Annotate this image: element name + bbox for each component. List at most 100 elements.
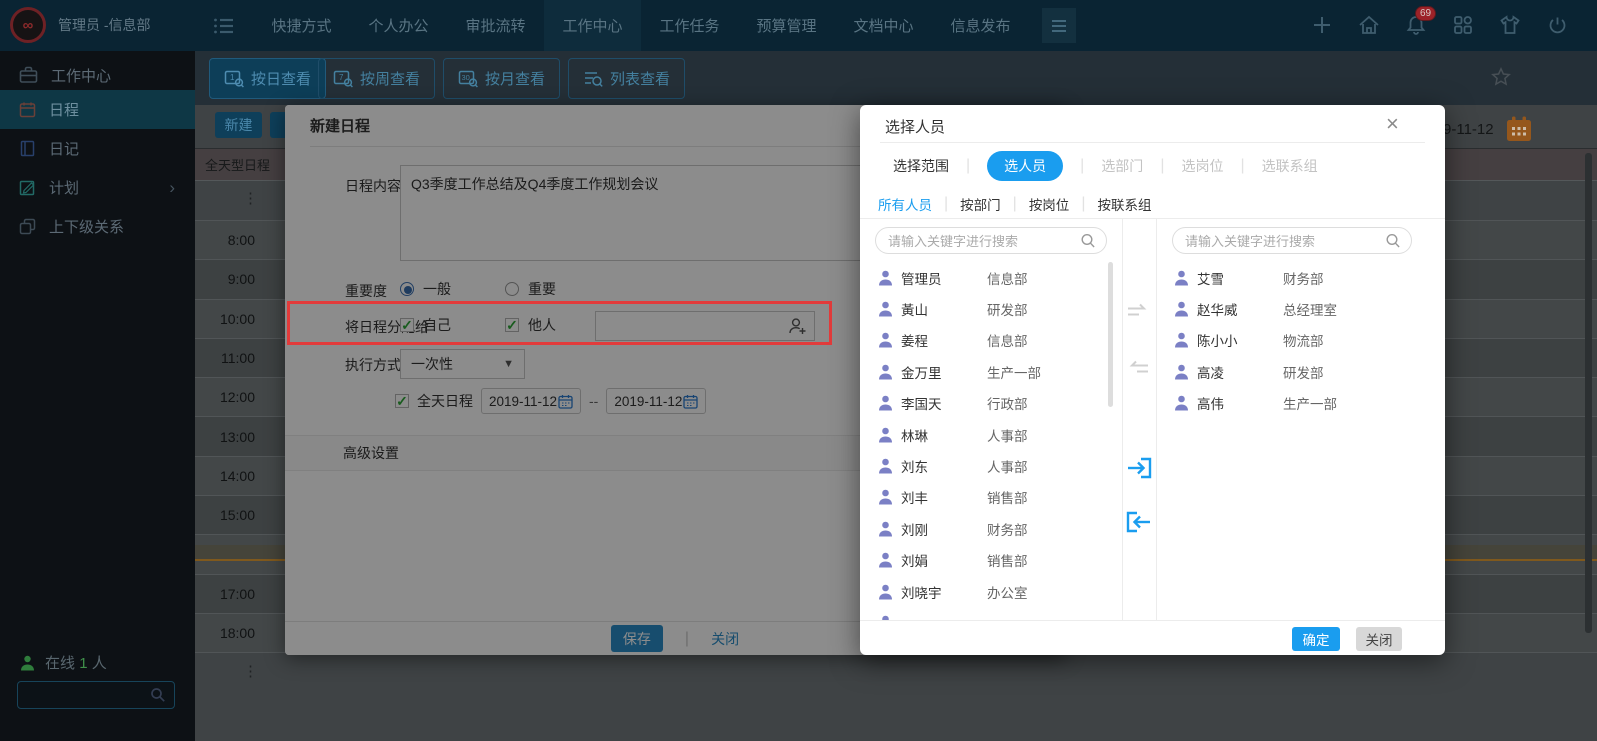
person-row[interactable]: 姜程 信息部	[878, 325, 1108, 356]
nav-menu-item[interactable]: 信息发布	[932, 0, 1029, 51]
select-mode-tab[interactable]: 选人员	[987, 151, 1064, 181]
assign-other-checkbox[interactable]: ✓ 他人	[505, 315, 556, 335]
person-icon	[1175, 270, 1188, 286]
divider	[1122, 218, 1123, 620]
nav-menu-item[interactable]: 工作中心	[544, 0, 641, 51]
select-mode-tab[interactable]: 选择范围	[893, 156, 949, 176]
online-count: 1	[79, 655, 88, 672]
person-row[interactable]: 赵华威 总经理室	[1174, 293, 1419, 324]
person-icon	[1175, 395, 1188, 411]
favorite-star-icon[interactable]	[1491, 67, 1511, 92]
person-row[interactable]: 林琳 人事部	[878, 419, 1108, 450]
page-scrollbar[interactable]	[1585, 153, 1592, 633]
nav-menu-item[interactable]: 个人办公	[350, 0, 447, 51]
person-row[interactable]: 刘东 人事部	[878, 450, 1108, 481]
close-icon[interactable]: ×	[1386, 111, 1399, 137]
sidebar-item-schedule[interactable]: 日程	[0, 90, 195, 129]
sidebar-item-diary[interactable]: 日记 ›	[0, 129, 195, 168]
save-button[interactable]: 保存	[610, 625, 663, 652]
importance-label: 重要度	[345, 283, 387, 299]
people-filter-tab[interactable]: 按联系组	[1097, 194, 1151, 214]
person-icon	[1175, 301, 1188, 317]
importance-general-radio[interactable]: 一般	[400, 279, 451, 299]
person-icon	[879, 427, 892, 443]
person-row[interactable]: 陈小小 物流部	[1174, 325, 1419, 356]
calendar-month-icon: 30	[458, 70, 478, 88]
list-scrollbar[interactable]	[1108, 262, 1113, 407]
select-mode-tab[interactable]: 选岗位	[1181, 156, 1223, 176]
nav-menu-item[interactable]: 工作任务	[641, 0, 738, 51]
person-icon	[879, 395, 892, 411]
view-by-month-button[interactable]: 30 按月查看	[443, 58, 561, 99]
nav-menu-item[interactable]: 快捷方式	[253, 0, 350, 51]
remove-selected-icon[interactable]	[1126, 511, 1152, 538]
select-person-dialog: 选择人员 × |选择范围|选人员|选部门|选岗位|选联系组 |所有人员|按部门|…	[860, 105, 1445, 655]
datepicker-calendar-icon[interactable]	[1504, 114, 1534, 144]
date-from-input[interactable]: 2019-11-12	[481, 388, 581, 414]
apps-grid-icon[interactable]	[1451, 13, 1475, 37]
checkbox-checked-icon: ✓	[400, 317, 414, 333]
power-icon[interactable]	[1545, 13, 1569, 37]
nav-menu-item[interactable]: 预算管理	[738, 0, 835, 51]
person-row[interactable]: 刘刚 财务部	[878, 513, 1108, 544]
person-row[interactable]	[878, 607, 1108, 620]
logo-icon: ∞	[10, 7, 46, 43]
people-filter-tab[interactable]: 按部门	[960, 194, 1001, 214]
close-button[interactable]: 关闭	[1356, 627, 1402, 651]
person-icon	[879, 490, 892, 505]
sidebar-section-workcenter[interactable]: 工作中心	[0, 56, 195, 94]
select-mode-tab[interactable]: 选部门	[1101, 156, 1143, 176]
person-row[interactable]: 金万里 生产一部	[878, 356, 1108, 387]
more-menu-icon[interactable]	[1042, 8, 1076, 43]
person-row[interactable]: 李国天 行政部	[878, 388, 1108, 419]
theme-shirt-icon[interactable]	[1498, 13, 1522, 37]
view-by-week-button[interactable]: 7 按周查看	[318, 58, 436, 99]
selected-people-search-input[interactable]: 请输入关键字进行搜索	[1172, 227, 1412, 254]
person-row[interactable]: 高凌 研发部	[1174, 356, 1419, 387]
confirm-button[interactable]: 确定	[1292, 627, 1340, 651]
divider	[860, 218, 1445, 219]
person-row[interactable]: 高伟 生产一部	[1174, 388, 1419, 419]
app-root: ∞ 管理员 -信息部 快捷方式 个人办公 审批流转 工作中心 工作任务 预算管理 文档中心信…	[0, 0, 1597, 741]
assign-person-input[interactable]	[595, 311, 815, 341]
person-icon	[879, 458, 892, 474]
move-right-icon[interactable]	[1126, 303, 1150, 324]
menu-list-icon[interactable]	[212, 14, 236, 43]
view-as-list-button[interactable]: 列表查看	[568, 58, 686, 99]
person-row[interactable]: 管理员 信息部	[878, 262, 1108, 293]
people-filter-tab[interactable]: 所有人员	[878, 194, 932, 214]
notifications-icon[interactable]: 69	[1404, 6, 1436, 37]
person-row[interactable]: 刘晓宇 办公室	[878, 576, 1108, 607]
new-schedule-button[interactable]: 新建	[215, 112, 262, 138]
importance-important-radio[interactable]: 重要	[505, 279, 556, 299]
nav-menu-item[interactable]: 审批流转	[447, 0, 544, 51]
person-row[interactable]: 刘娟 销售部	[878, 545, 1108, 576]
calendar-icon	[558, 394, 573, 409]
date-to-input[interactable]: 2019-11-12	[606, 388, 707, 414]
person-row[interactable]: 刘丰 销售部	[878, 482, 1108, 513]
assign-self-checkbox[interactable]: ✓ 自己	[400, 315, 451, 335]
move-left-icon[interactable]	[1126, 360, 1150, 381]
person-row[interactable]: 黃山 研发部	[878, 293, 1108, 324]
select-mode-tab[interactable]: 选联系组	[1262, 156, 1318, 176]
checkbox-checked-icon[interactable]: ✓	[395, 394, 409, 408]
exec-mode-select[interactable]: 一次性 ▼	[400, 349, 525, 379]
book-icon	[20, 140, 35, 157]
add-icon[interactable]	[1310, 13, 1334, 37]
person-icon	[879, 552, 892, 568]
nav-menu-item[interactable]: 文档中心	[835, 0, 932, 51]
people-filter-tab[interactable]: 按岗位	[1029, 194, 1070, 214]
sidebar-search-input[interactable]	[17, 681, 175, 709]
person-icon	[879, 270, 892, 286]
tab-separator: |	[966, 157, 971, 174]
close-link[interactable]: 关闭	[711, 629, 739, 649]
add-person-icon[interactable]	[788, 317, 807, 335]
selected-people-list: 艾雪 财务部 赵华威 总经理室 陈小小 物流部 高凌 研发部 高伟 生产一部	[1174, 262, 1419, 620]
sidebar-item-hierarchy[interactable]: 上下级关系	[0, 207, 195, 246]
sidebar-item-plan[interactable]: 计划 ›	[0, 168, 195, 207]
view-by-day-button[interactable]: 1 按日查看	[209, 58, 327, 99]
all-people-search-input[interactable]: 请输入关键字进行搜索	[875, 227, 1107, 254]
add-selected-icon[interactable]	[1126, 457, 1152, 484]
person-row[interactable]: 艾雪 财务部	[1174, 262, 1419, 293]
home-icon[interactable]	[1357, 13, 1381, 37]
